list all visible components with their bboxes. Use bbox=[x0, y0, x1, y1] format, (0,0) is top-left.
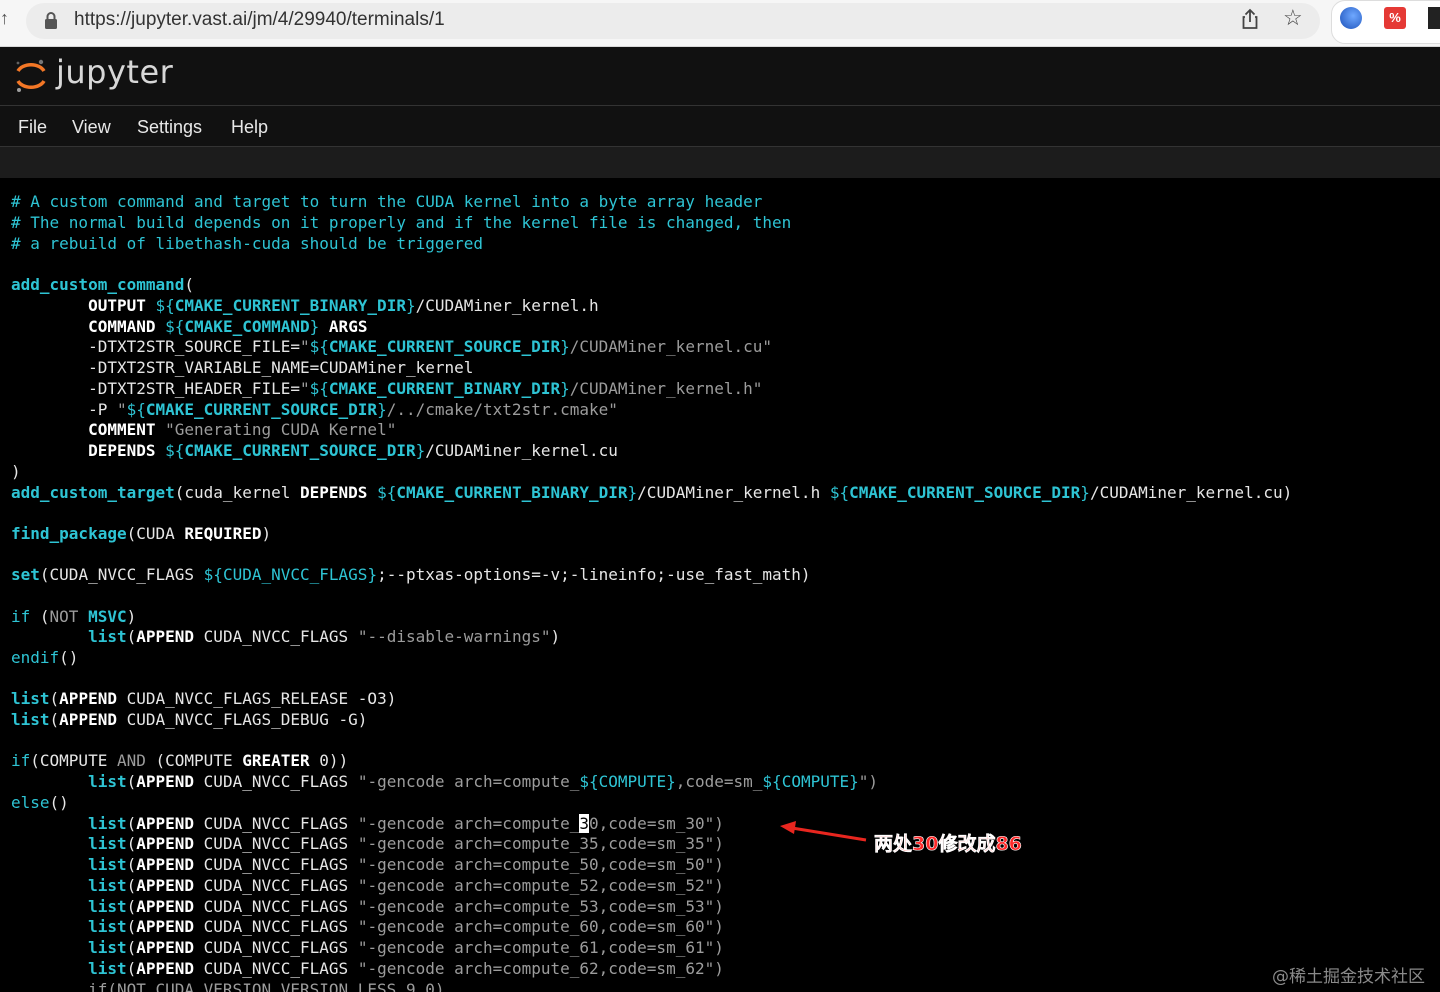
terminal-line: list(APPEND CUDA_NVCC_FLAGS "-gencode ar… bbox=[88, 834, 724, 853]
terminal-line: -P "${CMAKE_CURRENT_SOURCE_DIR}/../cmake… bbox=[88, 400, 618, 419]
terminal-line: list(APPEND CUDA_NVCC_FLAGS_RELEASE -O3) bbox=[11, 689, 397, 708]
watermark: @稀土掘金技术社区 bbox=[1272, 967, 1425, 987]
terminal-line: list(APPEND CUDA_NVCC_FLAGS "-gencode ar… bbox=[88, 876, 724, 895]
terminal-line: endif() bbox=[11, 648, 79, 667]
terminal-line: if (NOT MSVC) bbox=[11, 607, 137, 626]
terminal-line: list(APPEND CUDA_NVCC_FLAGS "-gencode ar… bbox=[88, 772, 879, 791]
translate-extension-icon[interactable]: % bbox=[1384, 7, 1406, 29]
toolbar bbox=[0, 147, 1440, 178]
browser-toolbar: ↑ https://jupyter.vast.ai/jm/4/29940/ter… bbox=[0, 0, 1440, 47]
terminal-line: else() bbox=[11, 793, 69, 812]
menu-file[interactable]: File bbox=[18, 117, 47, 138]
terminal-line: # The normal build depends on it properl… bbox=[11, 213, 792, 232]
terminal-line: list(APPEND CUDA_NVCC_FLAGS "-gencode ar… bbox=[88, 897, 724, 916]
terminal-line: list(APPEND CUDA_NVCC_FLAGS "-gencode ar… bbox=[88, 917, 724, 936]
terminal-line: list(APPEND CUDA_NVCC_FLAGS "-gencode ar… bbox=[88, 938, 724, 957]
lock-icon bbox=[45, 12, 57, 29]
terminal-line: list(APPEND CUDA_NVCC_FLAGS "-gencode ar… bbox=[88, 855, 724, 874]
terminal-line: DEPENDS ${CMAKE_CURRENT_SOURCE_DIR}/CUDA… bbox=[88, 441, 618, 460]
terminal-line: list(APPEND CUDA_NVCC_FLAGS "-gencode ar… bbox=[88, 814, 724, 833]
terminal-line: -DTXT2STR_HEADER_FILE="${CMAKE_CURRENT_B… bbox=[88, 379, 763, 398]
terminal-line: ) bbox=[11, 462, 21, 481]
terminal-line: -DTXT2STR_SOURCE_FILE="${CMAKE_CURRENT_S… bbox=[88, 337, 773, 356]
share-icon[interactable] bbox=[1238, 7, 1262, 31]
jupyter-logo-icon[interactable] bbox=[14, 58, 48, 94]
terminal-line: if(NOT CUDA_VERSION VERSION_LESS 9.0) bbox=[88, 980, 445, 992]
menu-help[interactable]: Help bbox=[231, 117, 268, 138]
terminal-line: find_package(CUDA REQUIRED) bbox=[11, 524, 272, 543]
bookmark-star-icon[interactable]: ☆ bbox=[1283, 5, 1303, 31]
menu-settings[interactable]: Settings bbox=[137, 117, 202, 138]
jupyter-header: jupyter bbox=[0, 47, 1440, 106]
url-text[interactable]: https://jupyter.vast.ai/jm/4/29940/termi… bbox=[74, 9, 445, 31]
annotation-text: 两处30修改成86 bbox=[874, 833, 1022, 856]
terminal-line: add_custom_target(cuda_kernel DEPENDS ${… bbox=[11, 483, 1293, 502]
jupyter-logo-text[interactable]: jupyter bbox=[56, 53, 173, 91]
terminal-line: # A custom command and target to turn th… bbox=[11, 192, 763, 211]
menu-bar: File View Settings Help bbox=[0, 106, 1440, 147]
terminal-line: # a rebuild of libethash-cuda should be … bbox=[11, 234, 484, 253]
annotation-arrow bbox=[780, 821, 867, 842]
extension-icon[interactable] bbox=[1428, 7, 1440, 29]
terminal-line: add_custom_command( bbox=[11, 275, 195, 294]
terminal[interactable]: # A custom command and target to turn th… bbox=[0, 178, 1440, 992]
terminal-line: COMMENT "Generating CUDA Kernel" bbox=[88, 420, 397, 439]
terminal-line: list(APPEND CUDA_NVCC_FLAGS "-gencode ar… bbox=[88, 959, 724, 978]
back-arrow-icon[interactable]: ↑ bbox=[0, 8, 9, 29]
terminal-line: if(COMPUTE AND (COMPUTE GREATER 0)) bbox=[11, 751, 349, 770]
terminal-line: -DTXT2STR_VARIABLE_NAME=CUDAMiner_kernel bbox=[88, 358, 474, 377]
globe-extension-icon[interactable] bbox=[1340, 7, 1362, 29]
terminal-cursor: 3 bbox=[579, 814, 590, 833]
terminal-line: list(APPEND CUDA_NVCC_FLAGS "--disable-w… bbox=[88, 627, 561, 646]
terminal-line: set(CUDA_NVCC_FLAGS ${CUDA_NVCC_FLAGS};-… bbox=[11, 565, 811, 584]
address-bar[interactable]: https://jupyter.vast.ai/jm/4/29940/termi… bbox=[26, 3, 1320, 39]
terminal-line: list(APPEND CUDA_NVCC_FLAGS_DEBUG -G) bbox=[11, 710, 368, 729]
terminal-line: COMMAND ${CMAKE_COMMAND} ARGS bbox=[88, 317, 368, 336]
terminal-line: OUTPUT ${CMAKE_CURRENT_BINARY_DIR}/CUDAM… bbox=[88, 296, 599, 315]
menu-view[interactable]: View bbox=[72, 117, 111, 138]
